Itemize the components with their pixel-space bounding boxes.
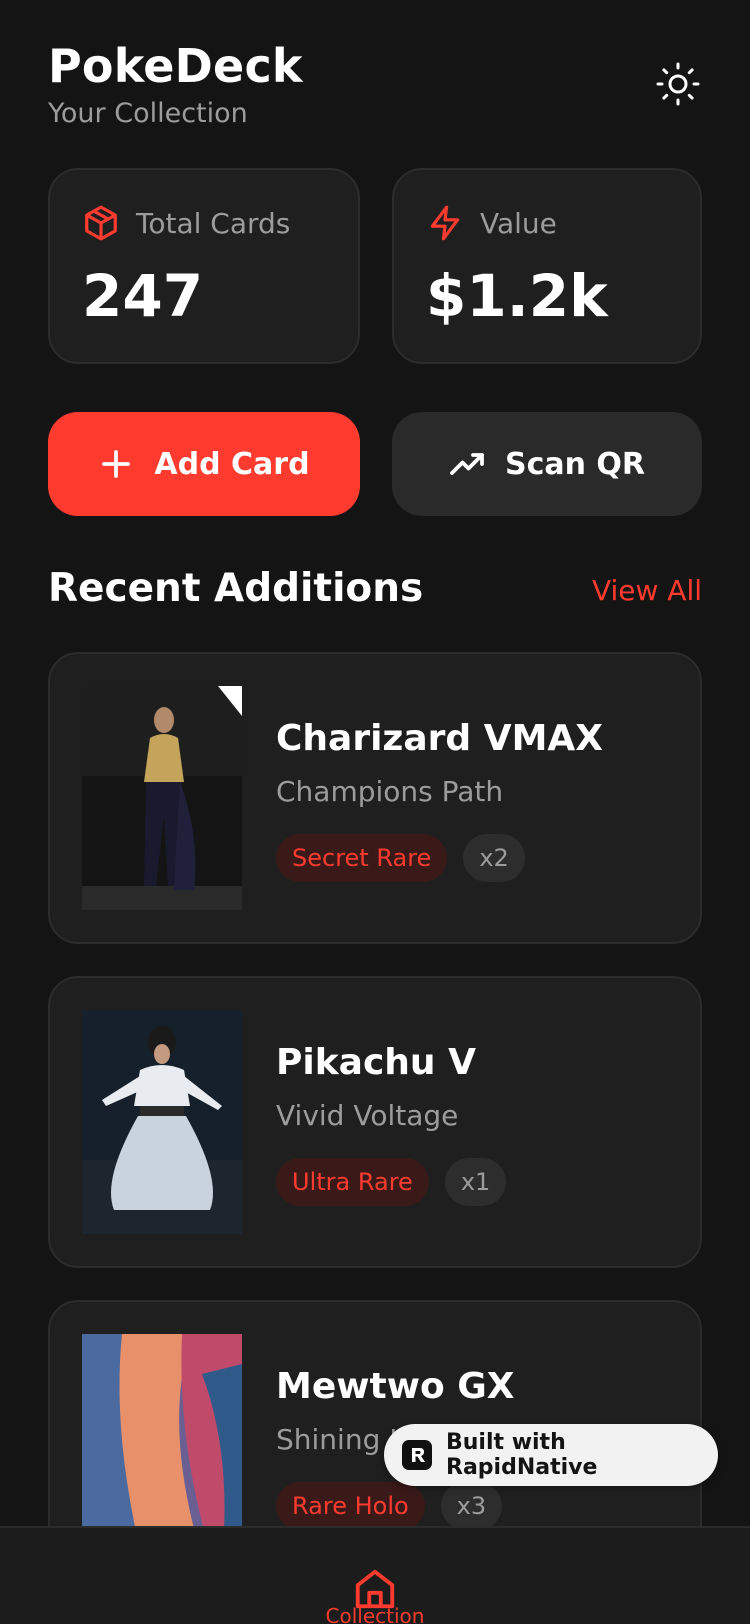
badge-label: Built with RapidNative [446,1430,598,1480]
rarity-badge: Rare Holo [276,1482,425,1530]
add-card-button[interactable]: Add Card [48,412,360,516]
card-set: Vivid Voltage [276,1099,459,1132]
header: PokeDeck Your Collection [48,38,702,134]
rarity-badge: Ultra Rare [276,1158,429,1206]
card-name: Charizard VMAX [276,718,604,759]
trending-up-icon [450,453,484,475]
stat-value: $1.2k [426,262,608,330]
sun-icon[interactable] [654,60,702,108]
lightning-icon [430,205,460,241]
stat-label: Total Cards [136,206,291,240]
view-all-link[interactable]: View All [592,574,702,607]
app-subtitle: Your Collection [48,98,248,129]
rapidnative-logo-icon [402,1440,432,1470]
card-name: Mewtwo GX [276,1366,515,1407]
app-title: PokeDeck [48,39,303,93]
card-image [82,686,242,910]
card-name: Pikachu V [276,1042,476,1083]
tab-collection[interactable]: Collection [300,1528,450,1624]
card-image [82,1334,242,1558]
stat-card-total-cards: Total Cards 247 [48,168,360,364]
built-with-badge[interactable]: Built with RapidNative [384,1424,718,1486]
plus-icon [102,450,131,478]
tab-label: Collection [325,1604,425,1624]
cube-icon [85,205,117,241]
section-title: Recent Additions [48,566,424,611]
stat-label: Value [480,206,557,240]
quantity-badge: x1 [444,1158,507,1206]
scan-qr-button[interactable]: Scan QR [392,412,702,516]
scan-qr-label: Scan QR [504,446,646,482]
rarity-badge: Secret Rare [276,834,448,882]
stat-value: 247 [82,262,204,330]
card-image [82,1010,242,1234]
card-list-item[interactable]: Pikachu V Vivid Voltage Ultra Rare x1 [48,976,702,1268]
card-set: Champions Path [276,775,504,808]
card-list-item[interactable]: Charizard VMAX Champions Path Secret Rar… [48,652,702,944]
quantity-badge: x2 [463,834,525,882]
stat-card-value: Value $1.2k [392,168,702,364]
add-card-label: Add Card [154,446,310,482]
bottom-tab-bar: Collection [0,1526,750,1624]
quantity-badge: x3 [440,1482,503,1530]
